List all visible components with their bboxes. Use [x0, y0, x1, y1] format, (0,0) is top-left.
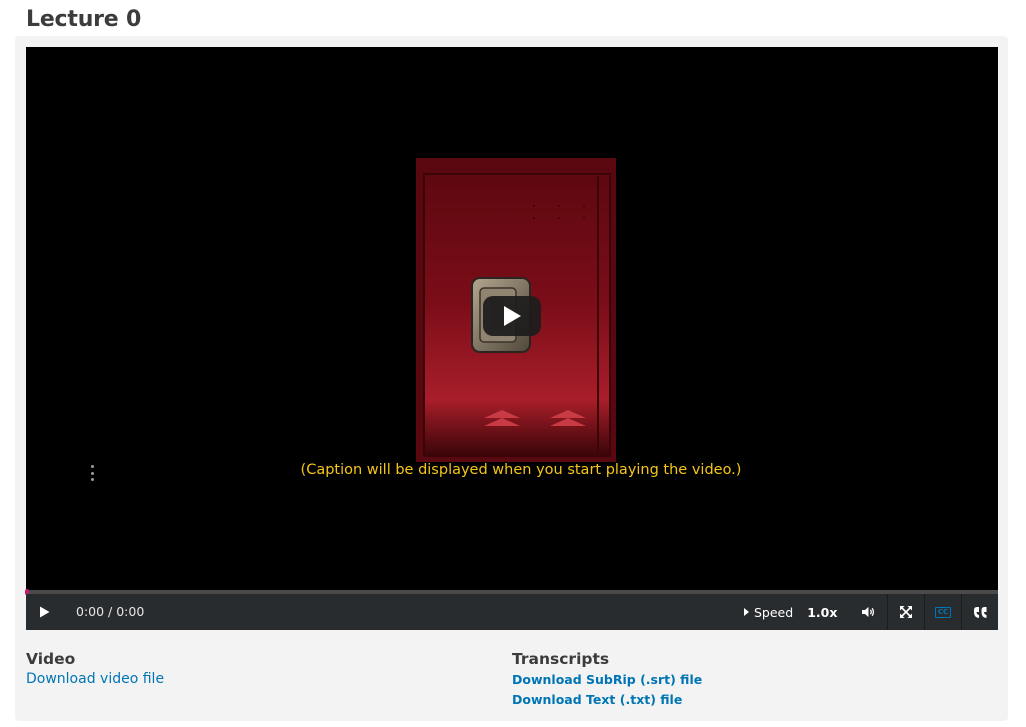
- download-txt-link[interactable]: Download Text (.txt) file: [512, 692, 702, 707]
- play-icon: [504, 306, 521, 326]
- video-controls-bar: 0:00 / 0:00 Speed 1.0x CC: [26, 594, 998, 630]
- speed-value: 1.0x: [807, 604, 838, 620]
- closed-captions-button[interactable]: CC: [924, 594, 961, 630]
- caption-placeholder: (Caption will be displayed when you star…: [300, 462, 742, 478]
- volume-button[interactable]: [850, 594, 886, 630]
- play-button[interactable]: [26, 594, 62, 630]
- transcripts-download-section: Transcripts Download SubRip (.srt) file …: [512, 650, 702, 707]
- kebab-menu-icon[interactable]: [88, 465, 96, 481]
- transcripts-heading: Transcripts: [512, 650, 610, 668]
- video-player: (Caption will be displayed when you star…: [25, 47, 998, 630]
- video-heading: Video: [26, 650, 76, 668]
- quote-icon: [974, 606, 987, 618]
- speed-label: Speed: [754, 604, 794, 620]
- speed-button[interactable]: Speed 1.0x: [744, 594, 837, 630]
- video-unit-panel: (Caption will be displayed when you star…: [15, 36, 1008, 721]
- download-srt-link[interactable]: Download SubRip (.srt) file: [512, 672, 702, 687]
- video-download-section: Video Download video file: [26, 650, 164, 687]
- video-frame[interactable]: (Caption will be displayed when you star…: [26, 47, 998, 590]
- play-icon: [39, 606, 49, 618]
- lecture-title: Lecture 0: [26, 7, 142, 32]
- closed-captions-icon: CC: [934, 606, 952, 618]
- fullscreen-button[interactable]: [887, 594, 924, 630]
- time-display: 0:00 / 0:00: [76, 604, 145, 619]
- page: Lecture 0 (Caption will be displayed whe…: [0, 0, 1026, 727]
- fullscreen-icon: [900, 606, 912, 618]
- volume-icon: [862, 607, 875, 617]
- big-play-button[interactable]: [483, 296, 541, 336]
- download-video-link[interactable]: Download video file: [26, 671, 164, 687]
- transcript-toggle-button[interactable]: [961, 594, 999, 630]
- caret-right-icon: [744, 608, 749, 616]
